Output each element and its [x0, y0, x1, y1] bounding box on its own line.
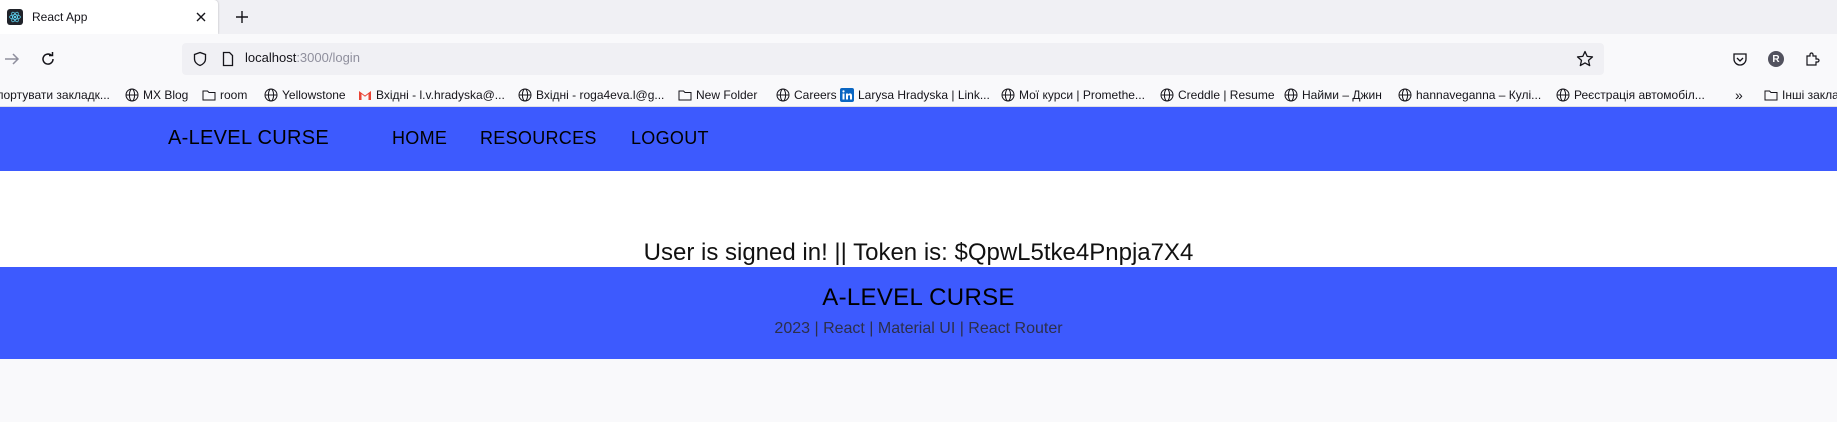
pocket-icon[interactable] — [1730, 49, 1750, 69]
reload-icon[interactable] — [38, 49, 58, 69]
react-icon — [7, 9, 23, 25]
forward-icon[interactable] — [2, 49, 22, 69]
bookmark-item[interactable]: MX Blog — [125, 87, 188, 103]
close-tab-icon[interactable] — [192, 8, 210, 26]
bookmark-label: Реєстрація автомобіл... — [1574, 88, 1705, 102]
bookmark-label: Larysa Hradyska | Link... — [858, 88, 990, 102]
navigation-toolbar: localhost:3000/login R — [0, 34, 1837, 84]
globe-icon — [264, 88, 282, 102]
bookmark-label: портувати закладк... — [0, 88, 110, 102]
bookmark-star-icon[interactable] — [1576, 50, 1594, 73]
account-avatar[interactable]: R — [1766, 49, 1786, 69]
globe-icon — [776, 88, 794, 102]
folder-icon — [1764, 88, 1782, 102]
gmail-icon — [358, 88, 376, 102]
bookmark-label: Вхідні - l.v.hradyska@... — [376, 88, 505, 102]
url-text[interactable]: localhost:3000/login — [245, 50, 360, 65]
app-header: A-LEVEL CURSE HOME RESOURCES LOGOUT — [0, 107, 1837, 171]
bookmark-item[interactable]: Yellowstone — [264, 87, 346, 103]
new-tab-icon[interactable] — [233, 8, 251, 26]
folder-icon — [678, 88, 696, 102]
bookmark-label: Careers — [794, 88, 837, 102]
bookmark-label: Yellowstone — [282, 88, 346, 102]
tab-title: React App — [32, 10, 88, 24]
bookmark-item[interactable]: Вхідні - l.v.hradyska@... — [358, 87, 505, 103]
globe-icon — [1001, 88, 1019, 102]
bookmark-item[interactable]: портувати закладк... — [0, 87, 110, 103]
app-brand[interactable]: A-LEVEL CURSE — [168, 127, 329, 150]
bookmark-item[interactable]: Реєстрація автомобіл... — [1556, 87, 1705, 103]
bookmark-item[interactable]: Creddle | Resume — [1160, 87, 1275, 103]
tab-strip: React App — [0, 0, 1837, 34]
bookmarks-toolbar: портувати закладк... MX Blog room Yellowsto… — [0, 84, 1837, 107]
nav-logout-link[interactable]: LOGOUT — [631, 128, 709, 149]
extensions-icon[interactable] — [1802, 49, 1822, 69]
account-avatar-letter: R — [1768, 51, 1784, 67]
page-background — [0, 359, 1837, 422]
page-info-icon[interactable] — [220, 51, 236, 72]
browser-tab[interactable]: React App — [0, 0, 218, 34]
bookmark-label: room — [220, 88, 248, 102]
globe-icon — [1160, 88, 1178, 102]
globe-icon — [125, 88, 143, 102]
footer-subtitle: 2023 | React | Material UI | React Route… — [774, 320, 1063, 337]
app-footer: A-LEVEL CURSE 2023 | React | Material UI… — [0, 267, 1837, 359]
bookmark-label: MX Blog — [143, 88, 189, 102]
bookmark-label: Інші закла — [1782, 88, 1837, 102]
bookmark-label: Мої курси | Promethe... — [1019, 88, 1145, 102]
main-content: User is signed in! || Token is: $QpwL5tk… — [0, 171, 1837, 267]
bookmark-item[interactable]: Мої курси | Promethe... — [1001, 87, 1145, 103]
url-path: :3000/login — [296, 50, 360, 65]
bookmark-item[interactable]: Larysa Hradyska | Link... — [840, 87, 990, 103]
url-bar[interactable]: localhost:3000/login — [182, 43, 1604, 75]
bookmark-item[interactable]: Вхідні - roga4eva.l@g... — [518, 87, 664, 103]
bookmark-item[interactable]: hannaveganna – Кулі... — [1398, 87, 1541, 103]
globe-icon — [1556, 88, 1574, 102]
tracking-shield-icon[interactable] — [192, 51, 208, 72]
url-host: localhost — [245, 50, 297, 65]
bookmark-label: New Folder — [696, 88, 758, 102]
bookmark-label: Creddle | Resume — [1178, 88, 1275, 102]
bookmark-item[interactable]: Найми – Джин — [1284, 87, 1382, 103]
folder-icon — [202, 88, 220, 102]
linkedin-icon — [840, 88, 858, 102]
bookmark-label: Найми – Джин — [1302, 88, 1382, 102]
bookmark-item[interactable]: room — [202, 87, 247, 103]
footer-title: A-LEVEL CURSE — [822, 284, 1015, 311]
globe-icon — [1398, 88, 1416, 102]
bookmark-label: hannaveganna – Кулі... — [1416, 88, 1542, 102]
bookmark-item[interactable]: Careers — [776, 87, 837, 103]
nav-home-link[interactable]: HOME — [392, 128, 447, 149]
nav-resources-link[interactable]: RESOURCES — [480, 128, 597, 149]
globe-icon — [518, 88, 536, 102]
signed-in-message: User is signed in! || Token is: $QpwL5tk… — [643, 239, 1194, 266]
bookmark-label: Вхідні - roga4eva.l@g... — [536, 88, 665, 102]
more-bookmarks-chevron-icon[interactable]: » — [1735, 87, 1743, 103]
bookmark-item[interactable]: Інші закла — [1764, 87, 1837, 103]
globe-icon — [1284, 88, 1302, 102]
bookmark-item[interactable]: New Folder — [678, 87, 757, 103]
